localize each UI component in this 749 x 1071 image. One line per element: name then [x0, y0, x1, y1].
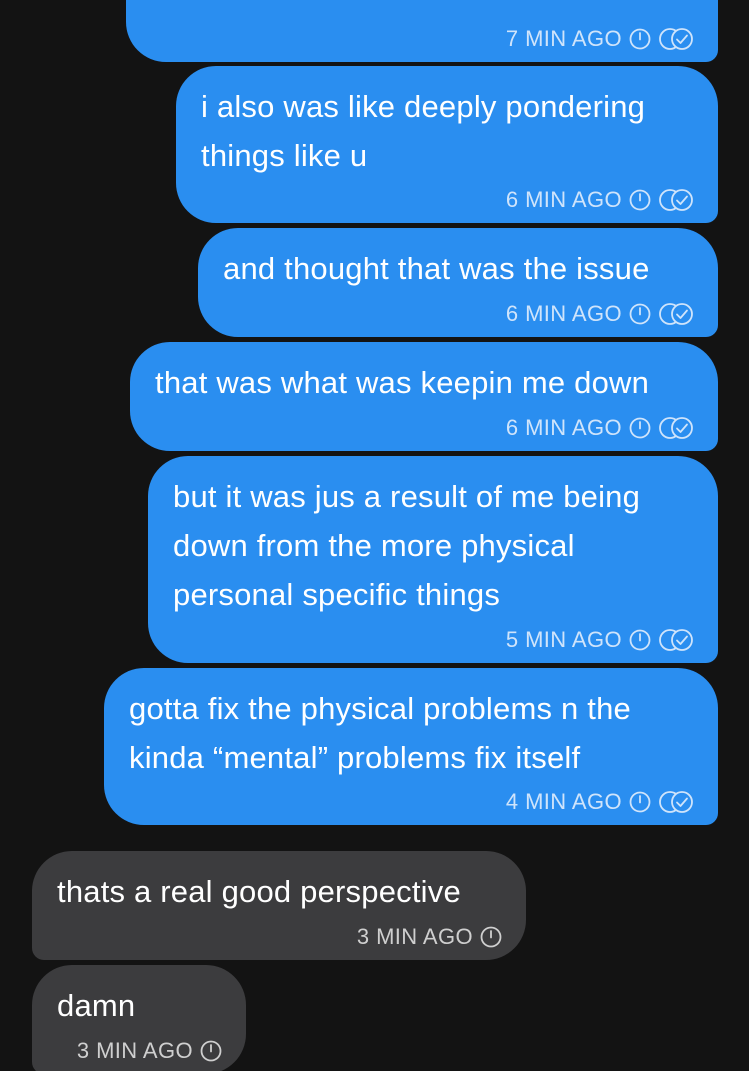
message-text: and thought that was the issue: [223, 251, 650, 286]
timer-icon: [200, 1040, 222, 1062]
message-meta: 6 MIN AGO: [506, 301, 694, 327]
message-bubble-outgoing[interactable]: but it was jus a result of me being down…: [148, 456, 718, 663]
message-timestamp: 3 MIN AGO: [356, 924, 473, 949]
message-bubble-incoming[interactable]: thats a real good perspective 3 MIN AGO: [32, 851, 526, 960]
message-bubble-outgoing[interactable]: that was what was keepin me down 6 MIN A…: [130, 342, 718, 451]
message-timestamp: 6 MIN AGO: [505, 415, 622, 440]
timer-icon: [629, 189, 651, 211]
message-meta: 6 MIN AGO: [506, 187, 694, 213]
double-check-icon: [658, 302, 694, 326]
message-meta: 3 MIN AGO: [77, 1038, 222, 1064]
message-timestamp: 6 MIN AGO: [505, 301, 622, 326]
message-bubble-outgoing[interactable]: gotta fix the physical problems n the ki…: [104, 668, 718, 825]
message-timestamp: 3 MIN AGO: [76, 1038, 193, 1063]
double-check-icon: [658, 188, 694, 212]
timer-icon: [629, 629, 651, 651]
message-bubble-incoming[interactable]: damn 3 MIN AGO: [32, 965, 246, 1071]
timer-icon: [480, 926, 502, 948]
timer-icon: [629, 417, 651, 439]
message-bubble-outgoing[interactable]: 7 MIN AGO: [126, 0, 718, 62]
double-check-icon: [658, 790, 694, 814]
message-timestamp: 6 MIN AGO: [505, 187, 622, 212]
message-bubble-outgoing[interactable]: i also was like deeply pondering things …: [176, 66, 718, 223]
double-check-icon: [658, 628, 694, 652]
message-meta: 5 MIN AGO: [506, 627, 694, 653]
message-text: that was what was keepin me down: [155, 365, 650, 400]
timer-icon: [629, 303, 651, 325]
message-bubble-outgoing[interactable]: and thought that was the issue 6 MIN AGO: [198, 228, 718, 337]
message-text: i also was like deeply pondering things …: [201, 89, 646, 173]
message-meta: 4 MIN AGO: [506, 789, 694, 815]
chat-thread: 7 MIN AGO i also was like deeply ponderi…: [0, 0, 749, 1071]
message-text: damn: [57, 988, 136, 1023]
message-timestamp: 4 MIN AGO: [505, 789, 622, 814]
message-timestamp: 7 MIN AGO: [505, 26, 622, 51]
double-check-icon: [658, 416, 694, 440]
double-check-icon: [658, 27, 694, 51]
timer-icon: [629, 791, 651, 813]
message-text: thats a real good perspective: [57, 874, 461, 909]
timer-icon: [629, 28, 651, 50]
message-timestamp: 5 MIN AGO: [505, 627, 622, 652]
message-meta: 6 MIN AGO: [506, 415, 694, 441]
message-text: but it was jus a result of me being down…: [173, 479, 641, 612]
message-meta: 7 MIN AGO: [506, 26, 694, 52]
message-meta: 3 MIN AGO: [357, 924, 502, 950]
message-text: gotta fix the physical problems n the ki…: [129, 691, 631, 775]
